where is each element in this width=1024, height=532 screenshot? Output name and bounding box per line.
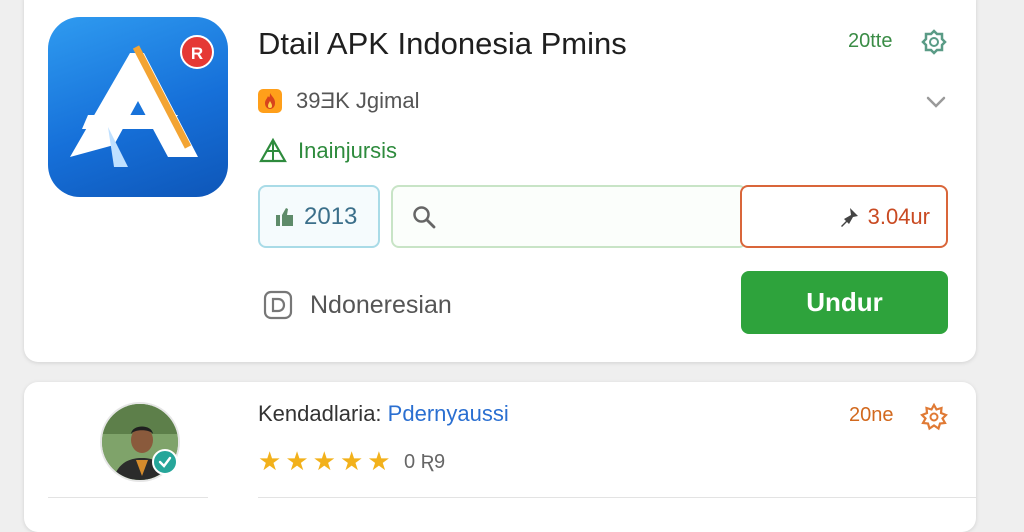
reviewer-name: Kendadlaria: xyxy=(258,401,382,426)
page-title: Dtail APK Indonesia Pmins xyxy=(258,26,627,61)
reviewer-line: Kendadlaria: Pdernyaussi xyxy=(258,401,509,427)
version-field[interactable]: 2013 xyxy=(258,185,380,248)
category-row: Inainjursis xyxy=(258,136,397,166)
search-icon xyxy=(413,205,436,228)
rating-stars: ★ ★ ★ ★ ★ xyxy=(258,447,391,475)
language-label: Ndoneresian xyxy=(310,290,452,319)
app-logo-icon[interactable]: R xyxy=(48,17,228,197)
category-label: Inainjursis xyxy=(298,138,398,163)
downloads-count: 39ƎK Jgimal xyxy=(296,88,420,113)
search-input[interactable] xyxy=(391,185,747,248)
star-icon: ★ xyxy=(312,446,336,476)
review-date: 20ne xyxy=(849,404,894,426)
app-badge: R xyxy=(180,35,214,69)
star-icon: ★ xyxy=(285,446,309,476)
size-field[interactable]: 3.04ur xyxy=(740,185,948,248)
rating-count: 0 Ʀ9 xyxy=(404,451,446,473)
downloads-row: 39ƎK Jgimal xyxy=(258,86,420,116)
divider xyxy=(48,497,208,498)
reviewer-role-link[interactable]: Pdernyaussi xyxy=(388,401,509,426)
settings-cog-icon[interactable] xyxy=(920,403,948,431)
star-icon: ★ xyxy=(339,446,364,476)
pin-icon xyxy=(840,207,858,227)
language-row: Ndoneresian xyxy=(262,288,452,322)
version-value: 2013 xyxy=(304,202,358,230)
download-button[interactable]: Undur xyxy=(741,271,948,334)
language-icon xyxy=(263,290,293,320)
star-icon: ★ xyxy=(258,446,282,476)
tent-icon xyxy=(259,137,287,163)
chevron-down-icon[interactable] xyxy=(922,92,950,112)
thumbs-up-icon xyxy=(276,207,293,226)
verified-check-icon xyxy=(152,449,178,475)
divider xyxy=(258,497,976,498)
fire-icon xyxy=(258,89,282,113)
star-icon: ★ xyxy=(367,446,391,476)
size-value: 3.04ur xyxy=(867,203,930,229)
gear-icon[interactable] xyxy=(920,28,948,56)
update-date: 20tte xyxy=(848,30,893,52)
